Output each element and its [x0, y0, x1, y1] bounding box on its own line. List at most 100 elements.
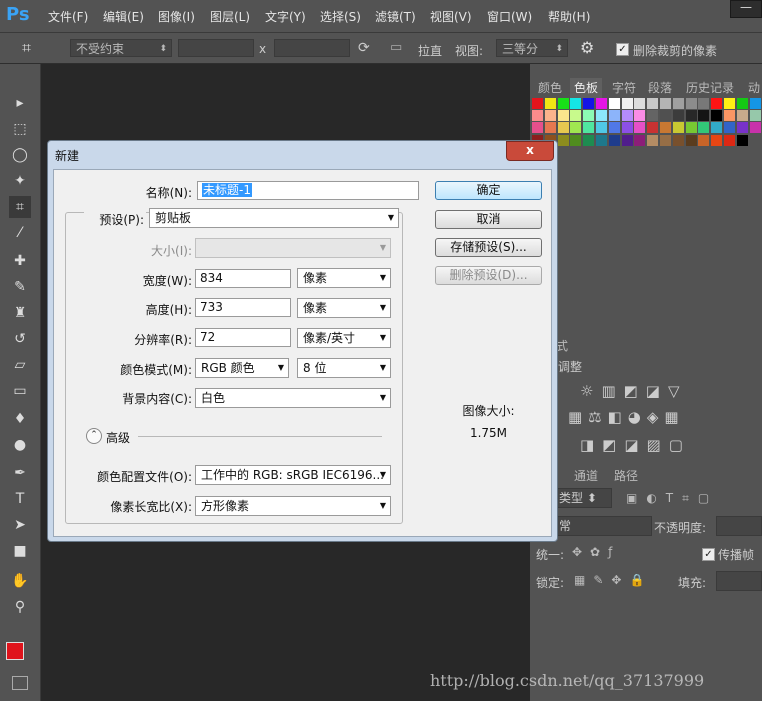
width-ratio-input[interactable] [178, 39, 254, 57]
swatch-grid[interactable] [532, 98, 762, 170]
color-swatch[interactable] [557, 134, 569, 146]
menu-select[interactable]: 选择(S) [320, 8, 361, 25]
height-input[interactable]: 733 [195, 298, 291, 317]
unify-icons[interactable]: ✥✿ƒ [572, 545, 620, 559]
zoom-icon[interactable]: ⚲ [9, 596, 31, 618]
color-swatch[interactable] [711, 134, 723, 146]
minimize-button[interactable]: — [730, 0, 762, 18]
color-swatch[interactable] [647, 110, 659, 122]
name-field[interactable]: 未标题-1 [197, 181, 419, 200]
color-swatch[interactable] [557, 110, 569, 122]
tab-swatches[interactable]: 色板 [570, 78, 603, 98]
filter-icons[interactable]: ▣◐T⌗▢ [626, 491, 718, 506]
tab-paragraph[interactable]: 段落 [644, 78, 676, 98]
tab-paths[interactable]: 路径 [610, 466, 642, 486]
color-swatch[interactable] [596, 98, 607, 109]
color-swatch[interactable] [698, 122, 710, 134]
menu-type[interactable]: 文字(Y) [265, 8, 306, 25]
size-select[interactable]: ▼ [195, 238, 391, 258]
shape-icon[interactable]: ■ [9, 540, 31, 562]
color-swatch[interactable] [596, 122, 607, 134]
foreground-color-swatch[interactable] [6, 642, 24, 660]
pen-icon[interactable]: ✒ [9, 462, 31, 484]
tab-actions[interactable]: 动 [744, 78, 762, 98]
color-swatch[interactable] [647, 134, 659, 146]
color-swatch[interactable] [685, 98, 697, 109]
history-brush-icon[interactable]: ↺ [9, 328, 31, 350]
color-swatch[interactable] [736, 98, 748, 109]
color-swatch[interactable] [544, 98, 556, 109]
magic-wand-icon[interactable]: ✦ [9, 170, 31, 192]
color-swatch[interactable] [660, 110, 671, 122]
color-swatch[interactable] [570, 98, 582, 109]
color-swatch[interactable] [532, 122, 543, 134]
color-swatch[interactable] [672, 122, 684, 134]
color-swatch[interactable] [544, 110, 556, 122]
color-swatch[interactable] [608, 110, 620, 122]
view-select[interactable]: 三等分 ⬍ [496, 39, 568, 57]
background-contents-select[interactable]: 白色 ▼ [195, 388, 391, 408]
color-swatch[interactable] [647, 122, 659, 134]
adjustment-icons-row-3[interactable]: ◨◩◪▨▢ [580, 436, 691, 454]
adjustment-icons-row-1[interactable]: ☼▥◩◪▽ [580, 382, 688, 400]
color-swatch[interactable] [672, 110, 684, 122]
color-swatch[interactable] [596, 110, 607, 122]
quick-mask-icon[interactable] [12, 676, 28, 690]
gradient-icon[interactable]: ▭ [9, 380, 31, 402]
color-swatch[interactable] [647, 98, 659, 109]
adjustment-icons-row-2[interactable]: ▦⚖◧◕◈▦ [568, 408, 685, 426]
color-swatch[interactable] [660, 98, 671, 109]
color-swatch[interactable] [736, 122, 748, 134]
menu-filter[interactable]: 滤镜(T) [375, 8, 416, 25]
color-swatch[interactable] [608, 122, 620, 134]
eyedropper-icon[interactable]: ⁄ [9, 222, 31, 244]
menu-window[interactable]: 窗口(W) [487, 8, 532, 25]
width-unit-select[interactable]: 像素 ▼ [297, 268, 391, 288]
path-select-icon[interactable]: ➤ [9, 514, 31, 536]
color-swatch[interactable] [583, 134, 595, 146]
color-swatch[interactable] [724, 98, 735, 109]
color-swatch[interactable] [711, 98, 723, 109]
color-swatch[interactable] [672, 98, 684, 109]
ok-button[interactable]: 确定 [435, 181, 542, 200]
color-swatch[interactable] [570, 134, 582, 146]
blend-mode-select[interactable]: 常 [554, 516, 652, 536]
constraint-select[interactable]: 不受约束 ⬍ [70, 39, 172, 57]
color-swatch[interactable] [736, 110, 748, 122]
tab-character[interactable]: 字符 [608, 78, 640, 98]
color-swatch[interactable] [698, 110, 710, 122]
tab-history[interactable]: 历史记录 [682, 78, 738, 98]
tab-color[interactable]: 颜色 [534, 78, 566, 98]
color-swatch[interactable] [672, 134, 684, 146]
move-icon[interactable]: ▸ [9, 92, 31, 114]
gear-icon[interactable]: ⚙ [580, 38, 594, 57]
color-swatch[interactable] [711, 110, 723, 122]
color-swatch[interactable] [634, 98, 646, 109]
pixel-aspect-select[interactable]: 方形像素 ▼ [195, 496, 391, 516]
color-mode-select[interactable]: RGB 颜色 ▼ [195, 358, 289, 378]
color-swatch[interactable] [634, 110, 646, 122]
color-swatch[interactable] [685, 110, 697, 122]
advanced-toggle-icon[interactable]: ⌃ [86, 428, 102, 444]
straighten-label[interactable]: 拉直 [418, 42, 442, 59]
color-swatch[interactable] [570, 122, 582, 134]
color-swatch[interactable] [698, 98, 710, 109]
color-swatch[interactable] [621, 110, 633, 122]
color-swatch[interactable] [749, 110, 761, 122]
stamp-icon[interactable]: ♜ [9, 302, 31, 324]
color-swatch[interactable] [749, 122, 761, 134]
color-swatch[interactable] [736, 134, 748, 146]
color-swatch[interactable] [724, 122, 735, 134]
color-swatch[interactable] [660, 122, 671, 134]
color-swatch[interactable] [583, 122, 595, 134]
propagate-checkbox[interactable]: ✓ [702, 548, 715, 561]
color-swatch[interactable] [621, 134, 633, 146]
resolution-input[interactable]: 72 [195, 328, 291, 347]
menu-edit[interactable]: 编辑(E) [103, 8, 144, 25]
menu-layer[interactable]: 图层(L) [210, 8, 250, 25]
width-input[interactable]: 834 [195, 269, 291, 288]
color-swatch[interactable] [685, 122, 697, 134]
color-swatch[interactable] [634, 122, 646, 134]
color-swatch[interactable] [621, 98, 633, 109]
resolution-unit-select[interactable]: 像素/英寸 ▼ [297, 328, 391, 348]
